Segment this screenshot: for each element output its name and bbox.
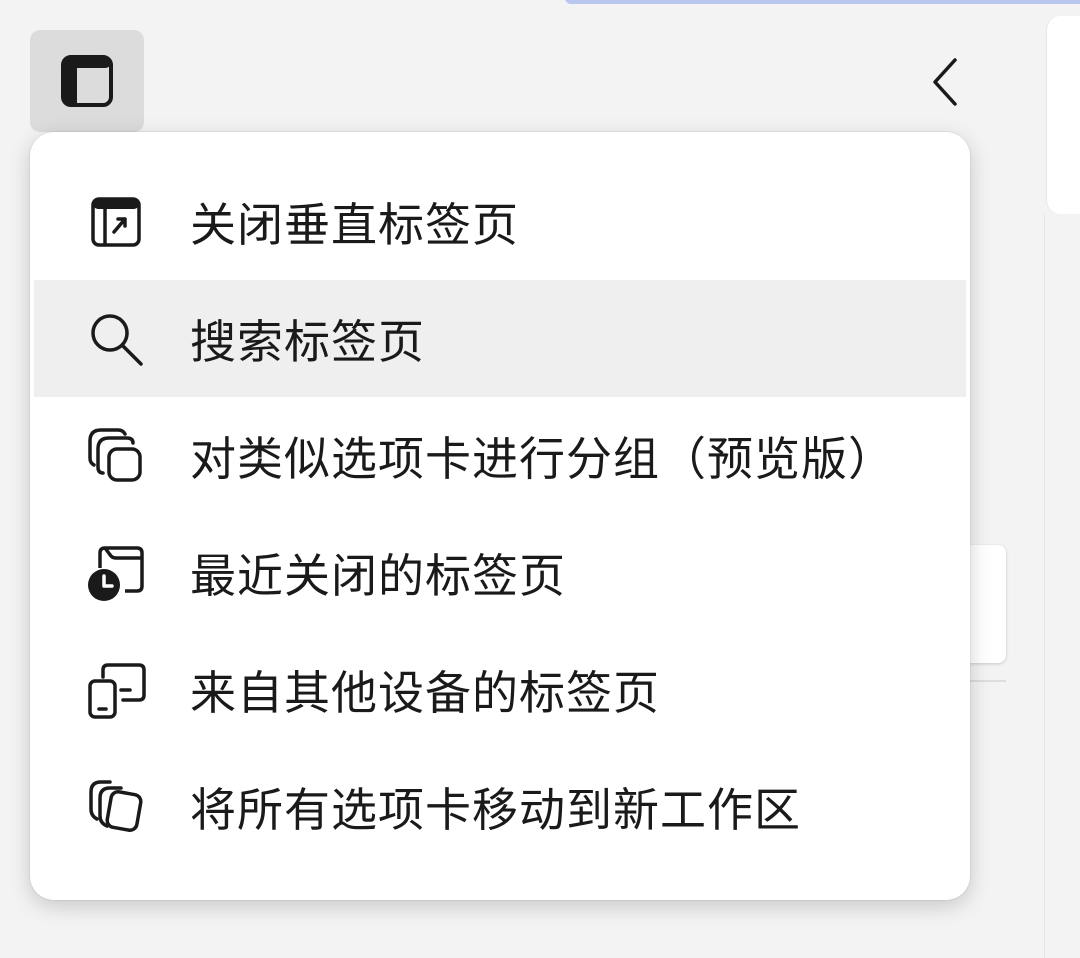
move-to-workspace-icon <box>84 775 148 839</box>
tab-layout-button[interactable] <box>30 30 144 132</box>
group-tabs-icon <box>84 424 148 488</box>
menu-item-search-tabs[interactable]: 搜索标签页 <box>34 280 966 397</box>
menu-item-label: 将所有选项卡移动到新工作区 <box>190 782 801 837</box>
other-devices-icon <box>84 658 148 722</box>
search-icon <box>84 307 148 371</box>
page-content-panel <box>1046 16 1080 214</box>
browser-window: 关闭垂直标签页 搜索标签页 对类似选项卡进行分组（预览版） 最近关闭的标签页 来… <box>0 0 1080 958</box>
vertical-tabs-layout-icon <box>61 55 113 107</box>
menu-item-recently-closed[interactable]: 最近关闭的标签页 <box>34 514 966 631</box>
menu-item-label: 对类似选项卡进行分组（预览版） <box>190 431 895 486</box>
menu-item-label: 关闭垂直标签页 <box>190 197 519 252</box>
collapse-sidebar-button[interactable] <box>920 52 970 112</box>
tab-actions-menu: 关闭垂直标签页 搜索标签页 对类似选项卡进行分组（预览版） 最近关闭的标签页 来… <box>30 132 970 900</box>
menu-item-move-to-new-workspace[interactable]: 将所有选项卡移动到新工作区 <box>34 748 966 865</box>
active-tab-accent <box>565 0 1080 4</box>
chevron-left-icon <box>933 58 957 106</box>
menu-item-group-similar-tabs[interactable]: 对类似选项卡进行分组（预览版） <box>34 397 966 514</box>
menu-item-tabs-from-other-devices[interactable]: 来自其他设备的标签页 <box>34 631 966 748</box>
sidebar-divider <box>1044 214 1045 958</box>
recently-closed-icon <box>84 541 148 605</box>
menu-item-close-vertical-tabs[interactable]: 关闭垂直标签页 <box>34 163 966 280</box>
menu-item-label: 最近关闭的标签页 <box>190 548 566 603</box>
menu-item-label: 搜索标签页 <box>190 314 425 369</box>
menu-item-label: 来自其他设备的标签页 <box>190 665 660 720</box>
close-vertical-tabs-icon <box>84 190 148 254</box>
